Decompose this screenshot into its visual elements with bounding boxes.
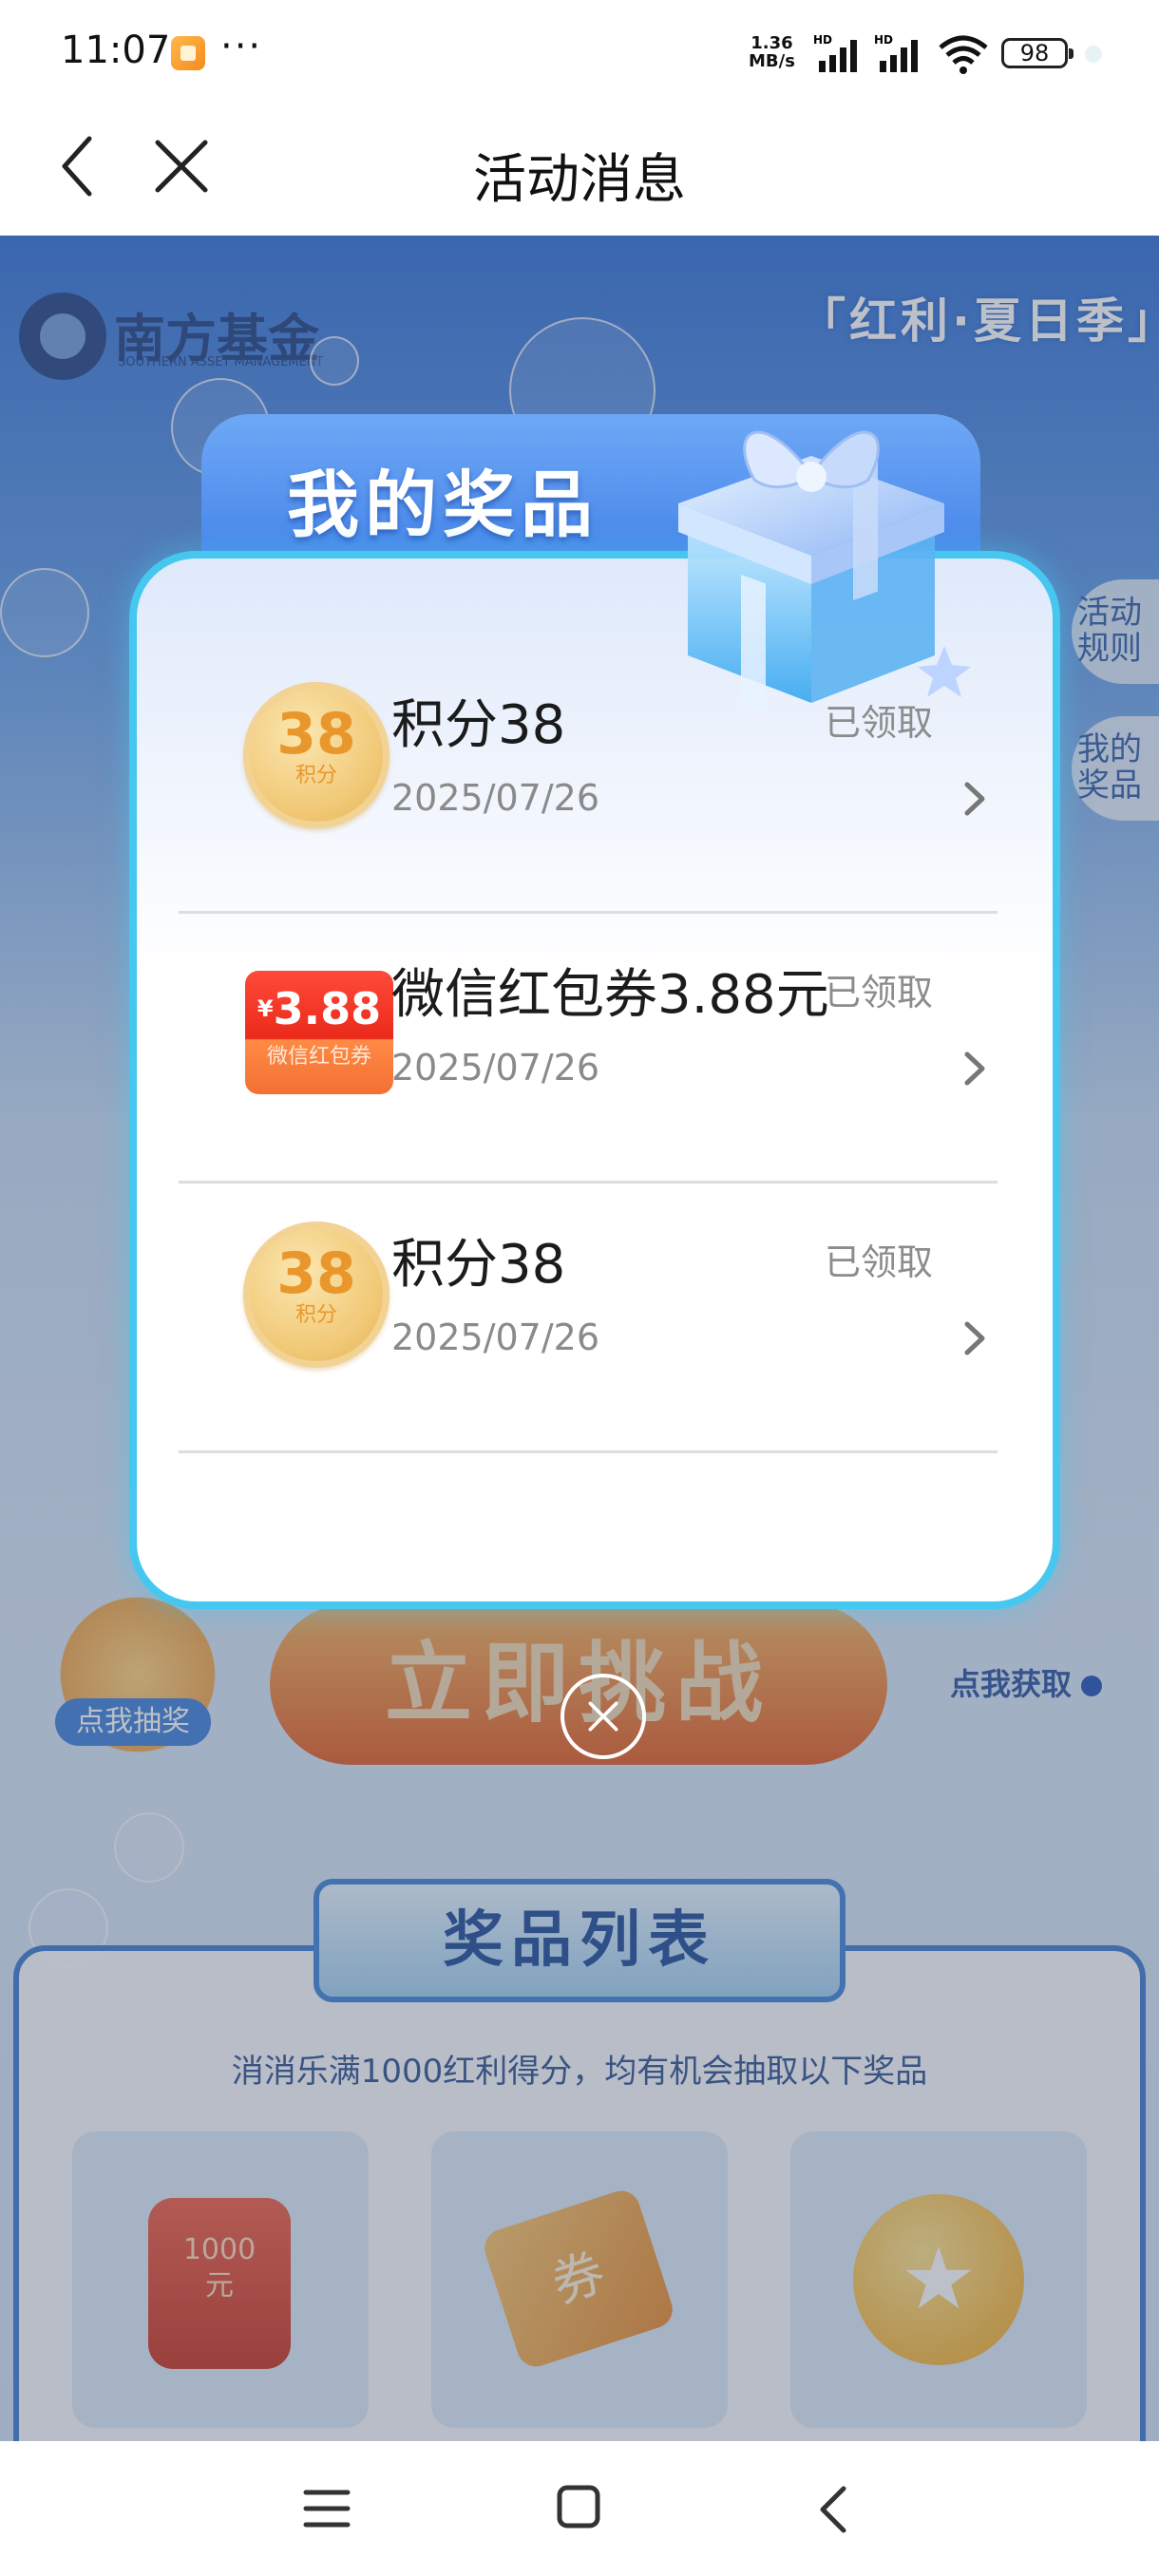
modal-title: 我的奖品: [287, 463, 598, 547]
status-dot: [1085, 46, 1102, 63]
prize-name: 积分38: [391, 1234, 566, 1296]
network-speed-unit: MB/s: [749, 51, 795, 71]
prize-name: 积分38: [391, 694, 566, 756]
coin-label: 积分: [294, 764, 337, 787]
prize-status: 已领取: [825, 972, 934, 1013]
prize-record-row[interactable]: 38 积分 积分38 2025/07/26 已领取: [179, 1184, 998, 1453]
status-time: 11:07: [61, 28, 171, 72]
chevron-right-icon[interactable]: [956, 1045, 994, 1092]
prize-status: 已领取: [825, 1241, 934, 1283]
menu-icon[interactable]: [302, 2487, 352, 2530]
points-coin-icon: 38 积分: [243, 682, 390, 828]
more-notifications-icon: ···: [220, 25, 263, 68]
wechat-red-packet-icon: ¥3.88 微信红包券: [245, 971, 393, 1094]
hd-1-label: HD: [813, 33, 832, 47]
hd-2-label: HD: [874, 33, 893, 47]
coin-value: 38: [276, 1241, 356, 1307]
modal-close-button[interactable]: [560, 1674, 646, 1759]
chevron-right-icon[interactable]: [956, 1315, 994, 1362]
chevron-right-icon[interactable]: [956, 775, 994, 823]
home-square-icon[interactable]: [555, 2483, 602, 2530]
wifi-icon: [939, 35, 988, 74]
prize-record-row[interactable]: ¥3.88 微信红包券 微信红包券3.88元 2025/07/26 已领取: [179, 914, 998, 1184]
battery-icon: 98: [1001, 38, 1074, 68]
status-bar: 11:07 ··· 1.36 MB/s HD HD 98: [0, 0, 1159, 104]
prize-name: 微信红包券3.88元: [391, 964, 829, 1026]
system-nav-bar: [0, 2441, 1159, 2576]
network-speed-value: 1.36: [750, 33, 793, 53]
prize-date: 2025/07/26: [391, 1047, 600, 1089]
gift-box-icon: [678, 430, 971, 712]
points-coin-icon: 38 积分: [243, 1222, 390, 1368]
back-triangle-icon[interactable]: [813, 2483, 851, 2536]
signal-2-icon: HD: [874, 33, 918, 72]
currency-symbol: ¥: [256, 995, 274, 1022]
nav-bar: 活动消息: [0, 104, 1159, 236]
signal-1-icon: HD: [813, 33, 857, 72]
gallery-notification-icon: [171, 36, 205, 70]
network-speed: 1.36 MB/s: [749, 34, 795, 70]
red-packet-amount: ¥3.88: [245, 971, 393, 1035]
prize-date: 2025/07/26: [391, 777, 600, 819]
coin-label: 积分: [294, 1303, 337, 1327]
coin-value: 38: [276, 701, 356, 767]
red-packet-value: 3.88: [273, 983, 382, 1034]
red-packet-label: 微信红包券: [266, 1045, 371, 1069]
page-title: 活动消息: [473, 149, 686, 211]
prize-date: 2025/07/26: [391, 1316, 600, 1358]
